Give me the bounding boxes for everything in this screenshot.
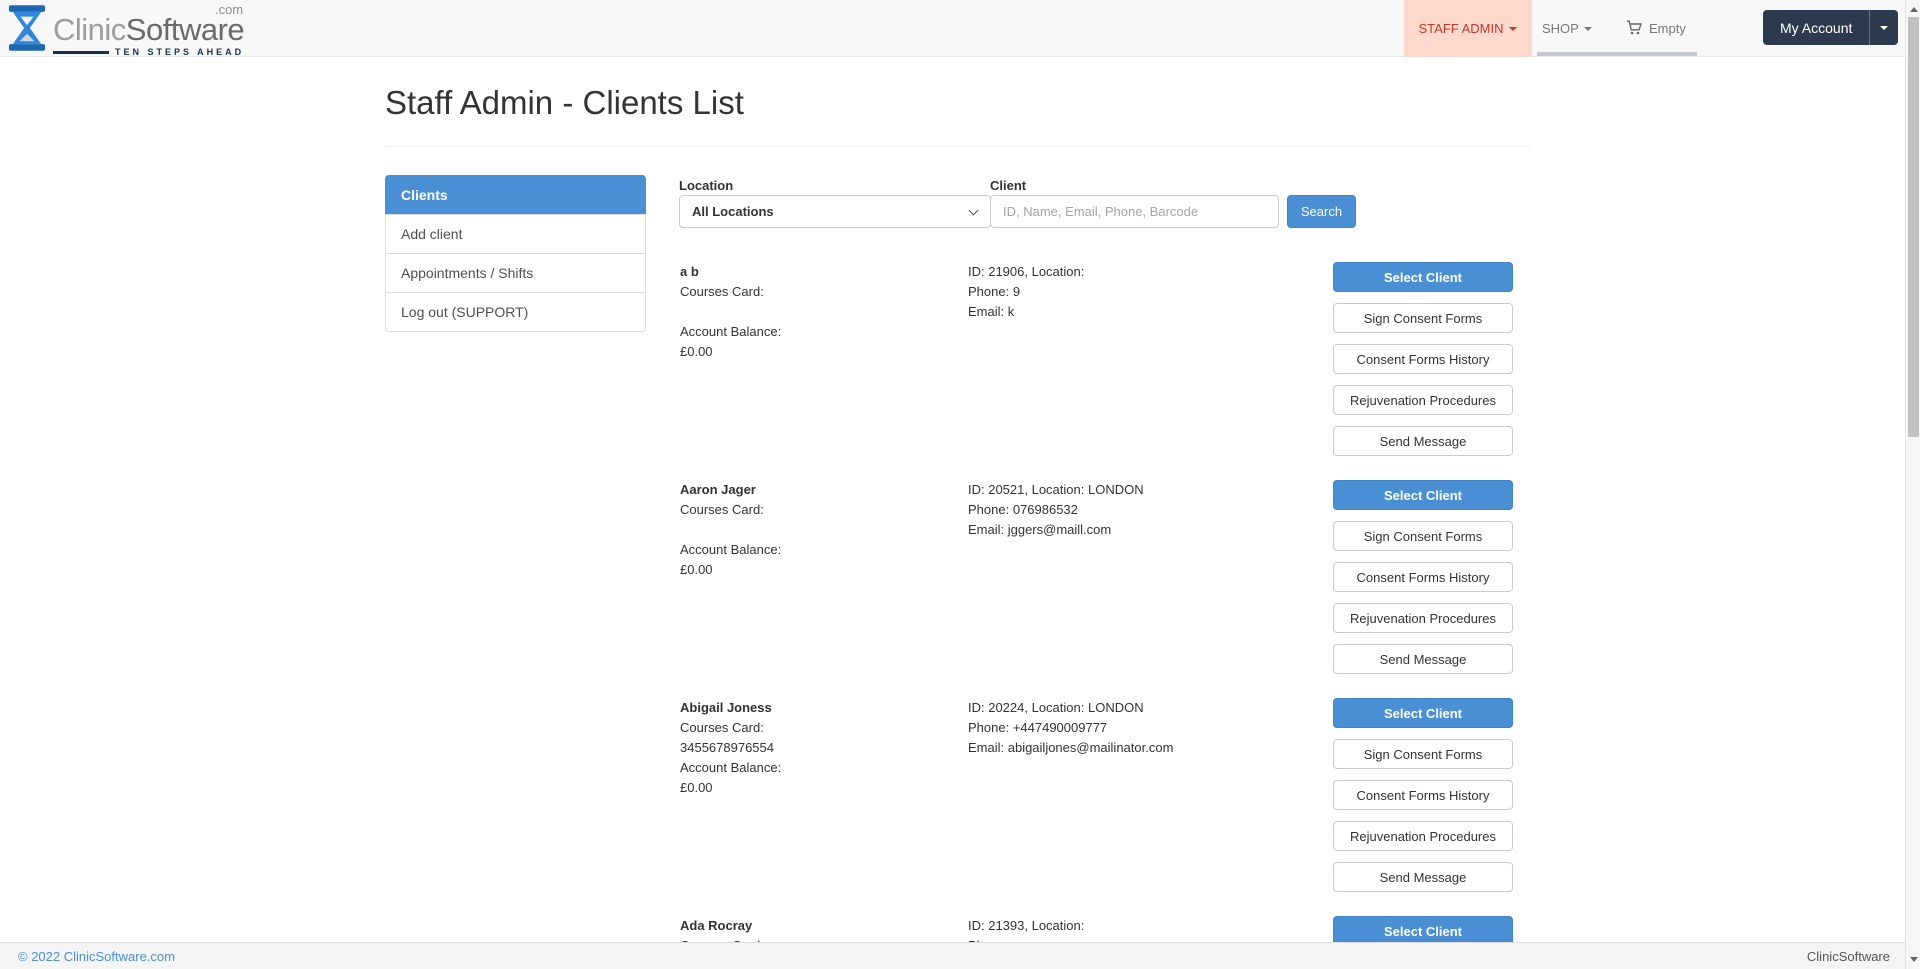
courses-card-label: Courses Card: bbox=[680, 282, 960, 302]
client-contact-column: ID: 20224, Location: LONDON Phone: +4474… bbox=[968, 698, 1308, 758]
client-name: Ada Rocray bbox=[680, 916, 960, 936]
client-contact-column: ID: 21906, Location: Phone: 9 Email: k bbox=[968, 262, 1308, 322]
cart-icon bbox=[1626, 20, 1643, 38]
client-search-input[interactable] bbox=[990, 195, 1279, 228]
client-phone: Phone: +447490009777 bbox=[968, 718, 1308, 738]
client-id-location: ID: 20521, Location: LONDON bbox=[968, 480, 1308, 500]
clients-list: a b Courses Card: Account Balance: £0.00… bbox=[680, 262, 1531, 969]
footer: © 2022 ClinicSoftware.com ClinicSoftware bbox=[0, 942, 1920, 969]
client-row: a b Courses Card: Account Balance: £0.00… bbox=[680, 262, 1531, 456]
scrollbar-thumb[interactable] bbox=[1908, 17, 1919, 437]
client-email: Email: jggers@maill.com bbox=[968, 520, 1308, 540]
location-select[interactable]: All Locations bbox=[679, 195, 991, 228]
client-email: Email: k bbox=[968, 302, 1308, 322]
nav-shop-dropdown[interactable]: SHOP bbox=[1542, 0, 1592, 57]
account-balance-value: £0.00 bbox=[680, 342, 960, 362]
client-info-column: Aaron Jager Courses Card: Account Balanc… bbox=[680, 480, 960, 580]
nav-cart[interactable]: Empty bbox=[1626, 0, 1686, 57]
select-client-button[interactable]: Select Client bbox=[1333, 262, 1513, 292]
courses-card-label: Courses Card: bbox=[680, 718, 960, 738]
client-actions: Select Client Sign Consent Forms Consent F… bbox=[1333, 262, 1513, 467]
nav-scrollbar-thumb[interactable] bbox=[1537, 52, 1697, 56]
client-name: Aaron Jager bbox=[680, 480, 960, 500]
hourglass-icon bbox=[8, 4, 46, 57]
account-balance-label: Account Balance: bbox=[680, 322, 960, 342]
logo-brand: ClinicSoftware bbox=[53, 12, 244, 47]
courses-card-value bbox=[680, 302, 960, 322]
page-title: Staff Admin - Clients List bbox=[385, 84, 1531, 122]
sign-consent-forms-button[interactable]: Sign Consent Forms bbox=[1333, 739, 1513, 769]
sidebar-item-appointments-shifts[interactable]: Appointments / Shifts bbox=[385, 253, 646, 293]
client-name: a b bbox=[680, 262, 960, 282]
search-button[interactable]: Search bbox=[1287, 195, 1356, 228]
logo-tld: .com bbox=[215, 2, 243, 17]
consent-forms-history-button[interactable]: Consent Forms History bbox=[1333, 344, 1513, 374]
consent-forms-history-button[interactable]: Consent Forms History bbox=[1333, 562, 1513, 592]
chevron-down-icon bbox=[969, 206, 979, 216]
account-balance-value: £0.00 bbox=[680, 778, 960, 798]
client-search-form: Location Client All Locations Search bbox=[679, 178, 1531, 238]
consent-forms-history-button[interactable]: Consent Forms History bbox=[1333, 780, 1513, 810]
my-account-split-button: My Account bbox=[1763, 10, 1898, 45]
select-client-button[interactable]: Select Client bbox=[1333, 698, 1513, 728]
top-navbar: .com ClinicSoftware TEN STEPS AHEAD STAF… bbox=[0, 0, 1920, 57]
client-info-column: a b Courses Card: Account Balance: £0.00 bbox=[680, 262, 960, 362]
rejuvenation-procedures-button[interactable]: Rejuvenation Procedures bbox=[1333, 603, 1513, 633]
account-balance-label: Account Balance: bbox=[680, 758, 960, 778]
tagline-rule bbox=[53, 51, 109, 54]
sidebar: ClientsAdd clientAppointments / ShiftsLo… bbox=[385, 175, 646, 332]
nav-staff-admin-dropdown[interactable]: STAFF ADMIN bbox=[1404, 0, 1532, 57]
courses-card-label: Courses Card: bbox=[680, 500, 960, 520]
client-actions: Select Client Sign Consent Forms Consent F… bbox=[1333, 480, 1513, 685]
client-id-location: ID: 21393, Location: bbox=[968, 916, 1308, 936]
footer-brand: ClinicSoftware bbox=[1807, 949, 1890, 964]
send-message-button[interactable]: Send Message bbox=[1333, 862, 1513, 892]
rejuvenation-procedures-button[interactable]: Rejuvenation Procedures bbox=[1333, 385, 1513, 415]
logo-wordmark: .com ClinicSoftware TEN STEPS AHEAD bbox=[53, 3, 244, 57]
client-email: Email: abigailjones@mailinator.com bbox=[968, 738, 1308, 758]
scrollbar-up-arrow-icon[interactable] bbox=[1910, 7, 1918, 12]
sidebar-item-add-client[interactable]: Add client bbox=[385, 214, 646, 254]
client-row: Aaron Jager Courses Card: Account Balanc… bbox=[680, 480, 1531, 674]
client-info-column: Abigail Joness Courses Card: 34556789765… bbox=[680, 698, 960, 798]
my-account-button[interactable]: My Account bbox=[1763, 10, 1869, 45]
client-phone: Phone: 076986532 bbox=[968, 500, 1308, 520]
caret-down-icon bbox=[1880, 26, 1888, 30]
footer-copyright-link[interactable]: © 2022 ClinicSoftware.com bbox=[18, 949, 175, 964]
clinic-logo[interactable]: .com ClinicSoftware TEN STEPS AHEAD bbox=[8, 3, 244, 57]
scrollbar-down-arrow-icon[interactable] bbox=[1910, 957, 1918, 962]
client-name: Abigail Joness bbox=[680, 698, 960, 718]
client-id-location: ID: 21906, Location: bbox=[968, 262, 1308, 282]
page-header: Staff Admin - Clients List bbox=[385, 66, 1531, 147]
sign-consent-forms-button[interactable]: Sign Consent Forms bbox=[1333, 521, 1513, 551]
client-row: Abigail Joness Courses Card: 34556789765… bbox=[680, 698, 1531, 892]
client-label: Client bbox=[990, 178, 1026, 193]
my-account-caret-button[interactable] bbox=[1869, 10, 1898, 45]
send-message-button[interactable]: Send Message bbox=[1333, 644, 1513, 674]
location-label: Location bbox=[679, 178, 733, 193]
sidebar-item-log-out-support[interactable]: Log out (SUPPORT) bbox=[385, 292, 646, 332]
rejuvenation-procedures-button[interactable]: Rejuvenation Procedures bbox=[1333, 821, 1513, 851]
caret-down-icon bbox=[1509, 27, 1517, 31]
logo-tagline: TEN STEPS AHEAD bbox=[53, 47, 244, 57]
select-client-button[interactable]: Select Client bbox=[1333, 480, 1513, 510]
client-contact-column: ID: 20521, Location: LONDON Phone: 07698… bbox=[968, 480, 1308, 540]
account-balance-value: £0.00 bbox=[680, 560, 960, 580]
account-balance-label: Account Balance: bbox=[680, 540, 960, 560]
caret-down-icon bbox=[1584, 27, 1592, 31]
client-id-location: ID: 20224, Location: LONDON bbox=[968, 698, 1308, 718]
courses-card-value bbox=[680, 520, 960, 540]
client-phone: Phone: 9 bbox=[968, 282, 1308, 302]
client-actions: Select Client Sign Consent Forms Consent F… bbox=[1333, 698, 1513, 903]
cart-status-label: Empty bbox=[1649, 21, 1686, 36]
vertical-scrollbar[interactable] bbox=[1905, 0, 1920, 969]
send-message-button[interactable]: Send Message bbox=[1333, 426, 1513, 456]
sidebar-item-clients[interactable]: Clients bbox=[385, 175, 646, 215]
sign-consent-forms-button[interactable]: Sign Consent Forms bbox=[1333, 303, 1513, 333]
courses-card-value: 3455678976554 bbox=[680, 738, 960, 758]
